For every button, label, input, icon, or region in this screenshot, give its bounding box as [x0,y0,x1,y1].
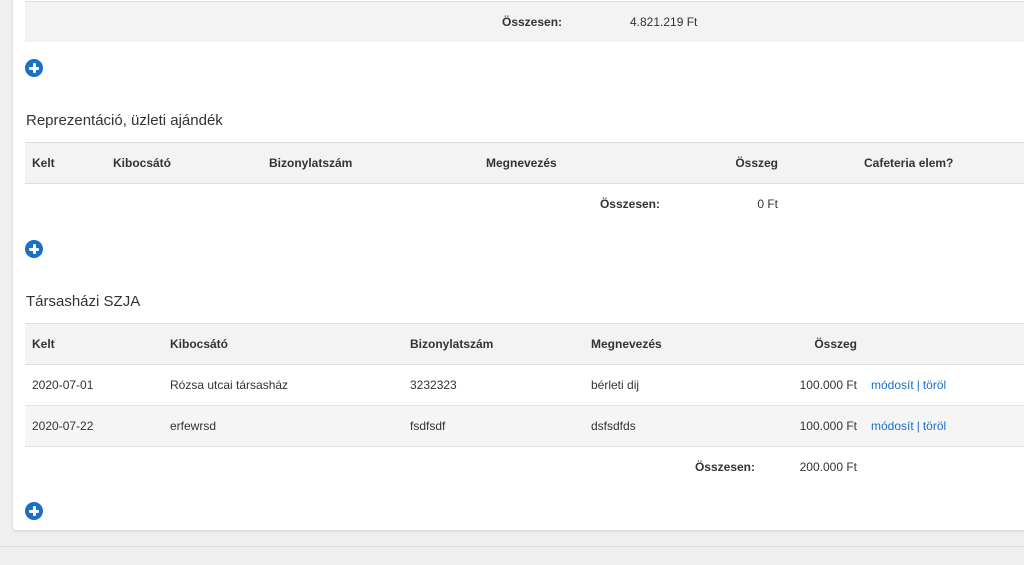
cell-osszeg: 100.000 Ft [762,364,864,406]
total-label: Összesen: [694,460,755,474]
cell-kibocsato: erfewrsd [163,405,403,447]
cell-megnevezes: bérleti dij [584,364,762,406]
cell-megnevezes: dsfsdfds [584,405,762,447]
column-header: Kibocsátó [163,323,403,365]
cell-osszeg: 100.000 Ft [762,405,864,447]
total-row: Összesen: 200.000 Ft [25,447,1024,488]
previous-section-total: Összesen: 4.821.219 Ft [25,1,1024,42]
table-row: 2020-07-01 Rózsa utcai társasház 3232323… [25,364,1024,406]
total-label: Összesen: [495,1,623,42]
delete-link[interactable]: töröl [923,378,946,392]
cell-kibocsato: Rózsa utcai társasház [163,364,403,406]
row-actions: módosít | töröl [864,405,1024,447]
representation-table: Kelt Kibocsátó Bizonylatszám Megnevezés … [25,142,1024,224]
total-row: Összesen: 0 Ft [25,184,1024,225]
column-header: Kibocsátó [106,142,262,184]
delete-link[interactable]: töröl [923,419,946,433]
cell-kelt: 2020-07-22 [25,405,163,447]
section-title-representation: Reprezentáció, üzleti ajándék [26,112,223,129]
add-row-button[interactable] [25,59,43,77]
column-header: Összeg [667,142,785,184]
content-card: Összesen: 4.821.219 Ft Reprezentáció, üz… [12,0,1024,531]
condo-table: Kelt Kibocsátó Bizonylatszám Megnevezés … [25,323,1024,487]
table-row: 2020-07-22 erfewrsd fsdfsdf dsfsdfds 100… [25,405,1024,447]
column-header: Megnevezés [584,323,762,365]
action-separator: | [916,419,920,433]
column-header: Megnevezés [479,142,667,184]
total-row: Összesen: 4.821.219 Ft [25,1,1024,42]
footer-divider [0,546,1024,547]
section-title-condo: Társasházi SZJA [26,293,141,310]
cell-bizonylatszam: 3232323 [403,364,584,406]
column-header: Cafeteria elem? [785,142,1024,184]
column-header: Kelt [25,323,163,365]
total-value: 0 Ft [757,197,778,211]
total-label: Összesen: [599,197,660,211]
edit-link[interactable]: módosít [871,419,914,433]
column-header: Bizonylatszám [403,323,584,365]
column-header: Kelt [25,142,106,184]
column-header: Bizonylatszám [262,142,479,184]
edit-link[interactable]: módosít [871,378,914,392]
table-header: Kelt Kibocsátó Bizonylatszám Megnevezés … [25,142,1024,184]
table-header: Kelt Kibocsátó Bizonylatszám Megnevezés … [25,323,1024,365]
add-row-button[interactable] [25,502,43,520]
cell-bizonylatszam: fsdfsdf [403,405,584,447]
total-value: 4.821.219 Ft [623,1,1024,42]
add-row-button[interactable] [25,240,43,258]
column-header: Összeg [762,323,864,365]
row-actions: módosít | töröl [864,364,1024,406]
cell-kelt: 2020-07-01 [25,364,163,406]
action-separator: | [916,378,920,392]
total-value: 200.000 Ft [799,460,857,474]
